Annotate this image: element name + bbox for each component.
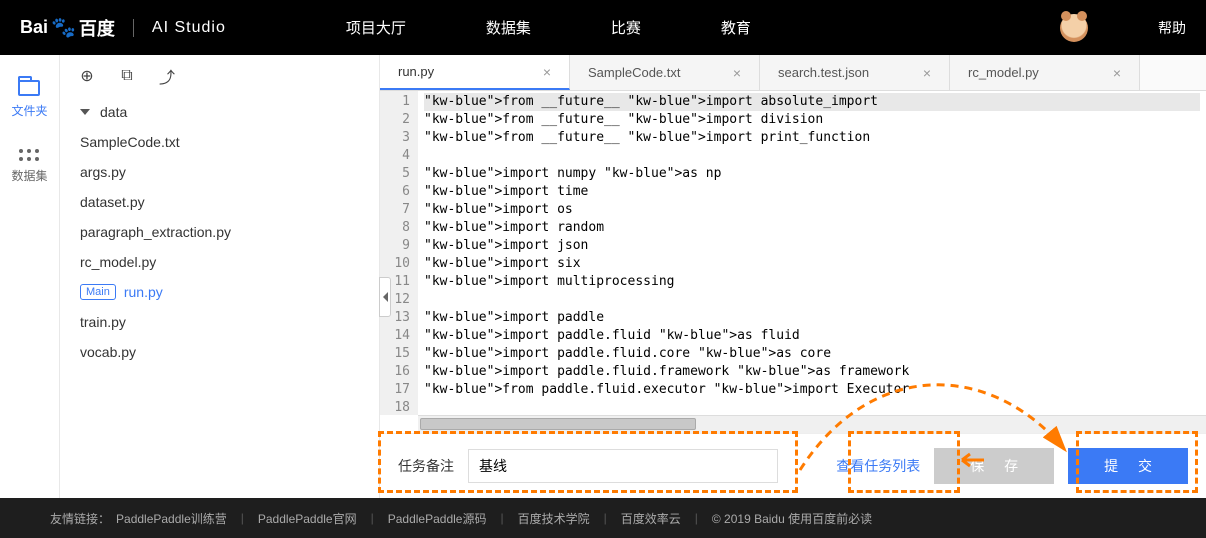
close-icon[interactable]: × xyxy=(733,65,741,81)
footer-label: 友情链接： xyxy=(50,510,110,527)
top-nav: Bai🐾百度 AI Studio 项目大厅 数据集 比赛 教育 帮助 xyxy=(0,0,1206,55)
new-file-button[interactable]: ⊕ xyxy=(78,67,96,85)
footer-link[interactable]: 百度效率云 xyxy=(621,510,681,527)
collapse-sidebar-handle[interactable] xyxy=(379,277,391,317)
remark-input[interactable] xyxy=(468,449,778,483)
dataset-icon xyxy=(19,149,39,161)
code-editor[interactable]: 123456789101112131415161718192021222324 … xyxy=(380,91,1206,415)
paw-icon: 🐾 xyxy=(51,15,76,40)
tree-file[interactable]: SampleCode.txt xyxy=(60,127,379,157)
submit-bar: 任务备注 查看任务列表 保 存 提 交 xyxy=(380,433,1206,498)
footer-copyright: © 2019 Baidu 使用百度前必读 xyxy=(712,510,872,527)
close-icon[interactable]: × xyxy=(923,65,931,81)
footer-link[interactable]: PaddlePaddle官网 xyxy=(258,510,357,527)
line-gutter: 123456789101112131415161718192021222324 xyxy=(380,91,418,415)
view-tasks-link[interactable]: 查看任务列表 xyxy=(836,456,920,476)
tree-file-run[interactable]: Mainrun.py xyxy=(60,277,379,307)
upload-button[interactable]: ⤴ xyxy=(158,67,176,85)
main: 文件夹 数据集 ⊕ ⧉ ⤴ data SampleCode.txt args.p… xyxy=(0,55,1206,498)
rail-files[interactable]: 文件夹 xyxy=(11,80,47,119)
new-folder-button[interactable]: ⧉ xyxy=(118,67,136,85)
folder-icon xyxy=(18,80,40,96)
editor-tabs: run.py× SampleCode.txt× search.test.json… xyxy=(380,55,1206,91)
tab-rcmodel[interactable]: rc_model.py× xyxy=(950,55,1140,90)
tree-file[interactable]: train.py xyxy=(60,307,379,337)
rail-dataset[interactable]: 数据集 xyxy=(11,149,47,184)
footer-link[interactable]: PaddlePaddle源码 xyxy=(388,510,487,527)
footer-link[interactable]: PaddlePaddle训练营 xyxy=(116,510,227,527)
nav-dataset[interactable]: 数据集 xyxy=(486,17,531,38)
tab-run[interactable]: run.py× xyxy=(380,55,570,90)
save-button[interactable]: 保 存 xyxy=(934,448,1054,484)
editor-area: run.py× SampleCode.txt× search.test.json… xyxy=(380,55,1206,498)
file-explorer: ⊕ ⧉ ⤴ data SampleCode.txt args.py datase… xyxy=(60,55,380,498)
tree-file[interactable]: args.py xyxy=(60,157,379,187)
left-rail: 文件夹 数据集 xyxy=(0,55,60,498)
logo[interactable]: Bai🐾百度 AI Studio xyxy=(20,15,226,41)
footer: 友情链接： PaddlePaddle训练营| PaddlePaddle官网| P… xyxy=(0,498,1206,538)
footer-link[interactable]: 百度技术学院 xyxy=(518,510,590,527)
horizontal-scrollbar[interactable] xyxy=(418,415,1206,433)
code-content[interactable]: "kw-blue">from __future__ "kw-blue">impo… xyxy=(418,91,1206,415)
tree-file[interactable]: paragraph_extraction.py xyxy=(60,217,379,247)
tree-file[interactable]: vocab.py xyxy=(60,337,379,367)
caret-icon xyxy=(80,109,90,115)
close-icon[interactable]: × xyxy=(543,64,551,80)
avatar[interactable] xyxy=(1060,14,1088,42)
tab-search[interactable]: search.test.json× xyxy=(760,55,950,90)
tree-file[interactable]: rc_model.py xyxy=(60,247,379,277)
nav-help[interactable]: 帮助 xyxy=(1158,18,1186,38)
nav-competition[interactable]: 比赛 xyxy=(611,17,641,38)
main-badge: Main xyxy=(80,284,116,300)
tree-folder-data[interactable]: data xyxy=(60,97,379,127)
tree-file[interactable]: dataset.py xyxy=(60,187,379,217)
nav-education[interactable]: 教育 xyxy=(721,17,751,38)
remark-label: 任务备注 xyxy=(398,456,454,476)
close-icon[interactable]: × xyxy=(1113,65,1121,81)
tab-sample[interactable]: SampleCode.txt× xyxy=(570,55,760,90)
nav-project-hall[interactable]: 项目大厅 xyxy=(346,17,406,38)
submit-button[interactable]: 提 交 xyxy=(1068,448,1188,484)
